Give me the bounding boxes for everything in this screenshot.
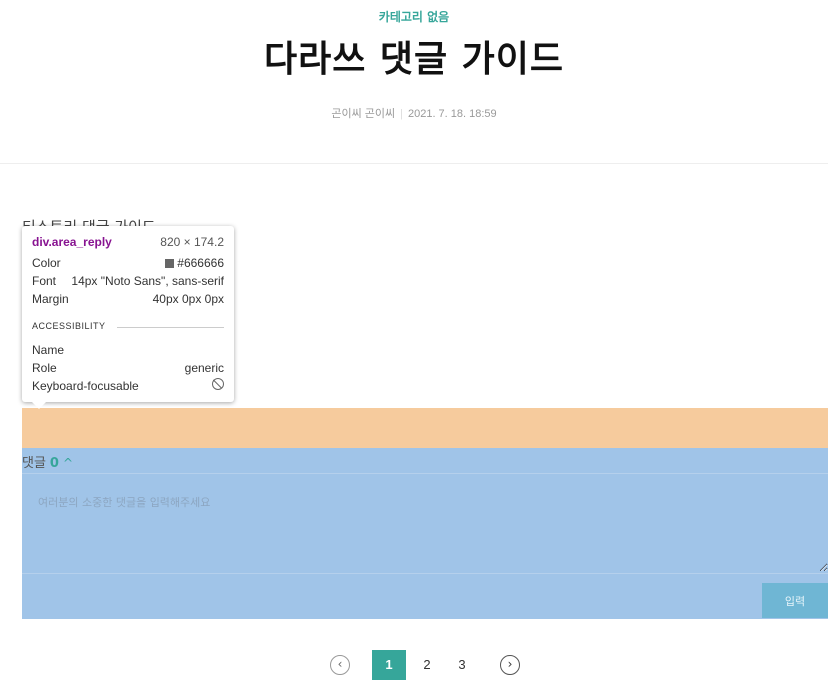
post-category[interactable]: 카테고리 없음 xyxy=(0,8,828,25)
page-1[interactable]: 1 xyxy=(372,650,406,680)
page-3[interactable]: 3 xyxy=(445,650,479,680)
reply-input[interactable] xyxy=(22,474,828,572)
row-value: #666666 xyxy=(165,255,224,271)
reply-submit-button[interactable]: 입력 xyxy=(762,583,828,618)
post-date: 2021. 7. 18. 18:59 xyxy=(407,108,497,120)
meta-separator: | xyxy=(400,108,403,120)
row-key: Font xyxy=(32,274,57,288)
chevron-right-icon[interactable]: › xyxy=(500,655,520,675)
not-focusable-icon xyxy=(212,378,224,394)
tooltip-row-role: Role generic xyxy=(32,360,224,376)
post-title: 다라쓰 댓글 가이드 xyxy=(263,39,565,80)
reply-divider-bottom xyxy=(22,573,828,574)
element-dimensions: 820 × 174.2 xyxy=(160,235,224,249)
row-value: 40px 0px 0px xyxy=(152,292,224,306)
row-key: Name xyxy=(32,343,65,357)
reply-header[interactable]: 댓글 0 ^ xyxy=(22,452,73,471)
accessibility-section-header: ACCESSIBILITY xyxy=(32,321,224,331)
header-divider xyxy=(0,163,828,164)
chevron-up-icon[interactable]: ^ xyxy=(63,456,73,470)
row-key: Color xyxy=(32,256,61,270)
devtools-inspect-tooltip: div.area_reply 820 × 174.2 Color #666666… xyxy=(22,226,234,409)
tooltip-row-name: Name xyxy=(32,342,224,358)
element-selector: div.area_reply xyxy=(32,235,112,249)
page-2[interactable]: 2 xyxy=(410,650,444,680)
tooltip-row-keyboard-focusable: Keyboard-focusable xyxy=(32,378,224,394)
row-key: Margin xyxy=(32,292,69,306)
chevron-left-icon[interactable]: ‹ xyxy=(330,655,350,675)
tooltip-row-color: Color #666666 xyxy=(32,255,224,271)
margin-highlight-overlay xyxy=(22,408,828,448)
post-author: 곤이씨 곤이씨 xyxy=(331,108,396,120)
reply-count: 0 xyxy=(49,456,59,471)
tooltip-row-font: Font 14px "Noto Sans", sans-serif xyxy=(32,273,224,289)
row-value: generic xyxy=(184,361,224,375)
row-value: 14px "Noto Sans", sans-serif xyxy=(71,274,224,288)
tooltip-header: div.area_reply 820 × 174.2 xyxy=(32,234,224,250)
row-key: Role xyxy=(32,361,57,375)
reply-label: 댓글 xyxy=(22,456,46,471)
tooltip-row-margin: Margin 40px 0px 0px xyxy=(32,291,224,307)
color-swatch-icon xyxy=(165,259,175,268)
row-key: Keyboard-focusable xyxy=(32,379,139,393)
tooltip-arrow xyxy=(32,402,46,409)
post-meta: 곤이씨 곤이씨 | 2021. 7. 18. 18:59 xyxy=(0,105,828,121)
